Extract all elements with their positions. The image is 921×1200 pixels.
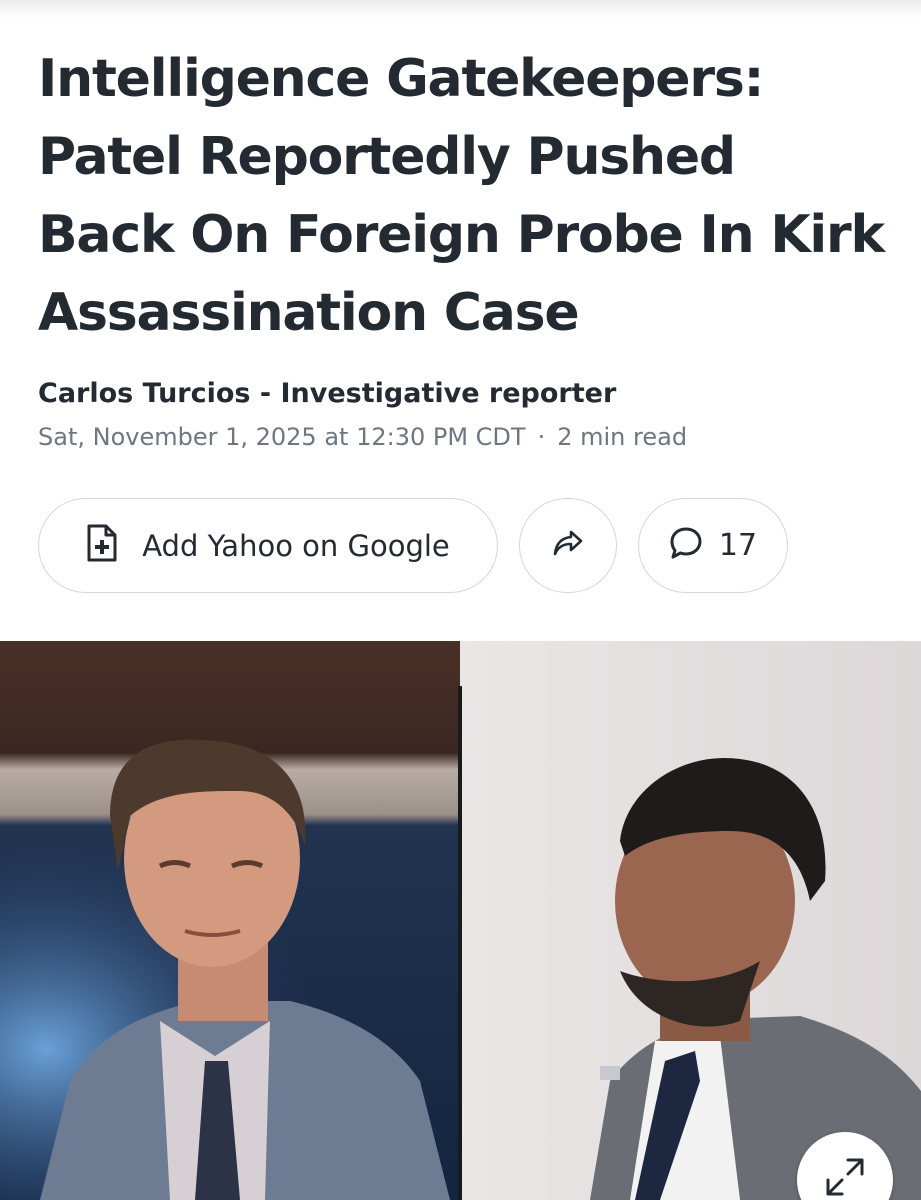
comment-count: 17 — [718, 528, 758, 563]
add-yahoo-on-google-button[interactable]: Add Yahoo on Google — [38, 498, 498, 593]
share-arrow-icon — [553, 530, 583, 561]
author-byline[interactable]: Carlos Turcios - Investigative reporter — [38, 378, 616, 409]
hero-image[interactable] — [0, 641, 921, 1200]
headline-line-3: Back On Foreign Probe In Kirk — [38, 205, 885, 265]
speech-bubble-icon — [669, 526, 703, 565]
article-headline: Intelligence Gatekeepers: Patel Reported… — [38, 40, 898, 352]
headline-line-1: Intelligence Gatekeepers: — [38, 49, 764, 109]
top-fade — [0, 0, 921, 18]
add-yahoo-on-google-label: Add Yahoo on Google — [142, 528, 450, 563]
publish-date: Sat, November 1, 2025 at 12:30 PM CDT — [38, 423, 526, 451]
headline-line-4: Assassination Case — [38, 283, 580, 343]
headline-line-2: Patel Reportedly Pushed — [38, 127, 736, 187]
read-time: 2 min read — [557, 423, 688, 451]
meta-separator: · — [537, 423, 546, 451]
expand-arrows-icon — [824, 1156, 866, 1200]
article-meta: Sat, November 1, 2025 at 12:30 PM CDT · … — [38, 423, 687, 451]
comments-button[interactable]: 17 — [638, 498, 788, 593]
document-plus-icon — [86, 524, 118, 567]
share-button[interactable] — [519, 498, 617, 593]
